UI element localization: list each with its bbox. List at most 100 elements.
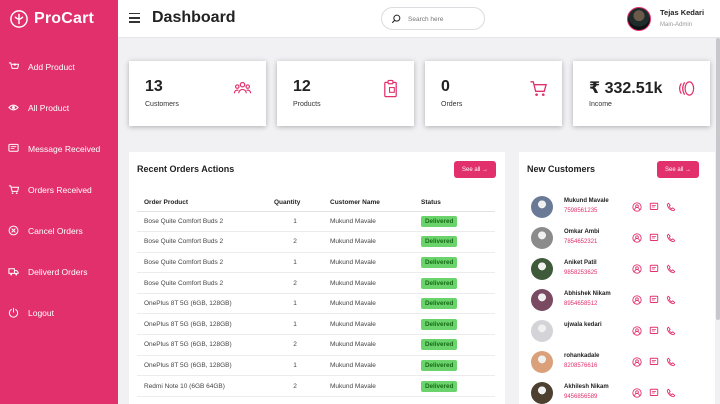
message-icon[interactable] (649, 202, 659, 212)
column-header-status: Status (414, 194, 495, 212)
sidebar-item-logout[interactable]: Logout (0, 292, 118, 333)
users-icon (233, 81, 252, 94)
message-icon[interactable] (649, 264, 659, 274)
customer-phone: 9858253625 (564, 270, 598, 276)
customer-name: Akhilesh Nikam (564, 384, 609, 390)
status-badge: Delivered (421, 256, 458, 268)
order-quantity: 1 (267, 355, 323, 377)
status-badge: Delivered (421, 236, 458, 248)
list-item[interactable]: Abhishek Nikam 8954658512 (531, 287, 711, 318)
phone-icon[interactable] (666, 295, 676, 305)
table-row[interactable]: OnePlus 8T 5G (6GB, 128GB) 1 Mukund Mavale… (137, 293, 495, 315)
profile-icon[interactable] (632, 357, 642, 367)
order-quantity: 1 (267, 313, 323, 336)
message-icon[interactable] (649, 357, 659, 367)
message-icon[interactable] (649, 388, 659, 398)
table-row[interactable]: Redmi Note 10 (6GB 64GB) 2 Mukund Mavale De… (137, 375, 495, 397)
customer-actions (632, 233, 683, 243)
table-row[interactable]: OnePlus 8T 5G (6GB, 128GB) 2 Mukund Mavale… (137, 334, 495, 356)
list-item[interactable]: Omkar Ambi 7854652321 (531, 225, 711, 256)
phone-icon[interactable] (666, 233, 676, 243)
orders-see-all-button[interactable]: See all → (454, 161, 497, 178)
user-avatar[interactable] (627, 7, 651, 31)
sidebar-item-all-product[interactable]: All Product (0, 87, 118, 128)
list-item[interactable]: Mukund Mavale 7598561235 (531, 194, 711, 225)
table-row[interactable]: Bose Quite Comfort Buds 2 1 Mukund Mavale D… (137, 211, 495, 233)
status-badge: Delivered (421, 277, 458, 289)
order-product: Bose Quite Comfort Buds 2 (137, 272, 267, 294)
phone-icon[interactable] (666, 357, 676, 367)
status-badge: Delivered (421, 318, 458, 330)
profile-icon[interactable] (632, 202, 642, 212)
table-row[interactable]: OnePlus 8T 5G (6GB, 128GB) 1 Mukund Mavale… (137, 313, 495, 336)
customer-avatar (531, 351, 553, 373)
status-badge: Delivered (421, 380, 458, 392)
order-product: OnePlus 8T 5G (6GB, 128GB) (137, 313, 267, 336)
sidebar-nav: Add Product All Product Message Received… (0, 46, 118, 333)
profile-icon[interactable] (632, 326, 642, 336)
phone-icon[interactable] (666, 388, 676, 398)
order-customer: Mukund Mavale (323, 293, 414, 315)
search-box[interactable] (381, 7, 485, 30)
order-customer: Mukund Mavale (323, 334, 414, 356)
customer-phone: 8208576616 (564, 363, 598, 369)
add-cart-icon (8, 62, 19, 69)
list-item[interactable]: Akhilesh Nikam 9456856589 (531, 380, 711, 404)
stat-value: ₹ 332.51k (589, 80, 663, 97)
order-product: Bose Quite Comfort Buds 2 (137, 231, 267, 253)
table-row[interactable]: Bose Quite Comfort Buds 2 1 Mukund Mavale D… (137, 252, 495, 274)
customer-phone: 8954658512 (564, 301, 598, 307)
order-customer: Mukund Mavale (323, 272, 414, 294)
search-input[interactable] (408, 13, 480, 25)
sidebar-item-delivered-orders[interactable]: Deliverd Orders (0, 251, 118, 292)
procart-logo-icon (10, 10, 28, 28)
table-row[interactable]: Bose Quite Comfort Buds 2 2 Mukund Mavale D… (137, 231, 495, 253)
customer-avatar (531, 227, 553, 249)
table-row[interactable]: Bose Quite Comfort Buds 2 2 Mukund Mavale D… (137, 272, 495, 294)
sidebar-item-add-product[interactable]: Add Product (0, 46, 118, 87)
order-product: OnePlus 8T 5G (6GB, 128GB) (137, 293, 267, 315)
phone-icon[interactable] (666, 202, 676, 212)
customers-see-all-button[interactable]: See all → (657, 161, 700, 178)
message-icon[interactable] (649, 233, 659, 243)
list-item[interactable]: rohankadale 8208576616 (531, 349, 711, 380)
sidebar-item-label: Logout (28, 307, 54, 318)
cart-icon (530, 81, 547, 97)
sidebar-item-message-received[interactable]: Message Received (0, 128, 118, 169)
sidebar-item-cancel-orders[interactable]: Cancel Orders (0, 210, 118, 251)
user-name: Tejas Kedari (660, 8, 705, 17)
phone-icon[interactable] (666, 264, 676, 274)
list-item[interactable]: Aniket Patil 9858253625 (531, 256, 711, 287)
order-quantity: 2 (267, 231, 323, 253)
sidebar-item-label: Cancel Orders (28, 225, 83, 236)
customer-actions (632, 295, 683, 305)
stat-card-orders: 0 Orders (425, 61, 562, 126)
profile-icon[interactable] (632, 295, 642, 305)
message-icon[interactable] (649, 326, 659, 336)
brand[interactable]: ProCart (0, 0, 118, 38)
stat-value: 13 (145, 78, 163, 95)
message-icon (8, 143, 19, 152)
profile-icon[interactable] (632, 264, 642, 274)
sidebar-item-label: All Product (28, 102, 70, 113)
column-header-quantity: Quantity (267, 194, 323, 212)
hamburger-menu-icon[interactable] (129, 13, 140, 23)
customer-avatar (531, 320, 553, 342)
list-item[interactable]: ujwala kedari (531, 318, 711, 349)
customer-name: Abhishek Nikam (564, 291, 611, 297)
profile-icon[interactable] (632, 233, 642, 243)
user-role: Main-Admin (660, 22, 693, 28)
order-quantity: 1 (267, 293, 323, 315)
message-icon[interactable] (649, 295, 659, 305)
profile-icon[interactable] (632, 388, 642, 398)
phone-icon[interactable] (666, 326, 676, 336)
page-scrollbar[interactable] (716, 38, 720, 320)
customer-actions (632, 202, 683, 212)
sidebar-item-label: Orders Received (28, 184, 92, 195)
cancel-icon (8, 225, 19, 236)
table-row[interactable]: OnePlus 8T 5G (6GB, 128GB) 1 Mukund Mavale… (137, 355, 495, 377)
customer-name: Mukund Mavale (564, 198, 609, 204)
sidebar-item-orders-received[interactable]: Orders Received (0, 169, 118, 210)
stat-card-customers: 13 Customers (129, 61, 266, 126)
column-header-product: Order Product (137, 194, 267, 212)
